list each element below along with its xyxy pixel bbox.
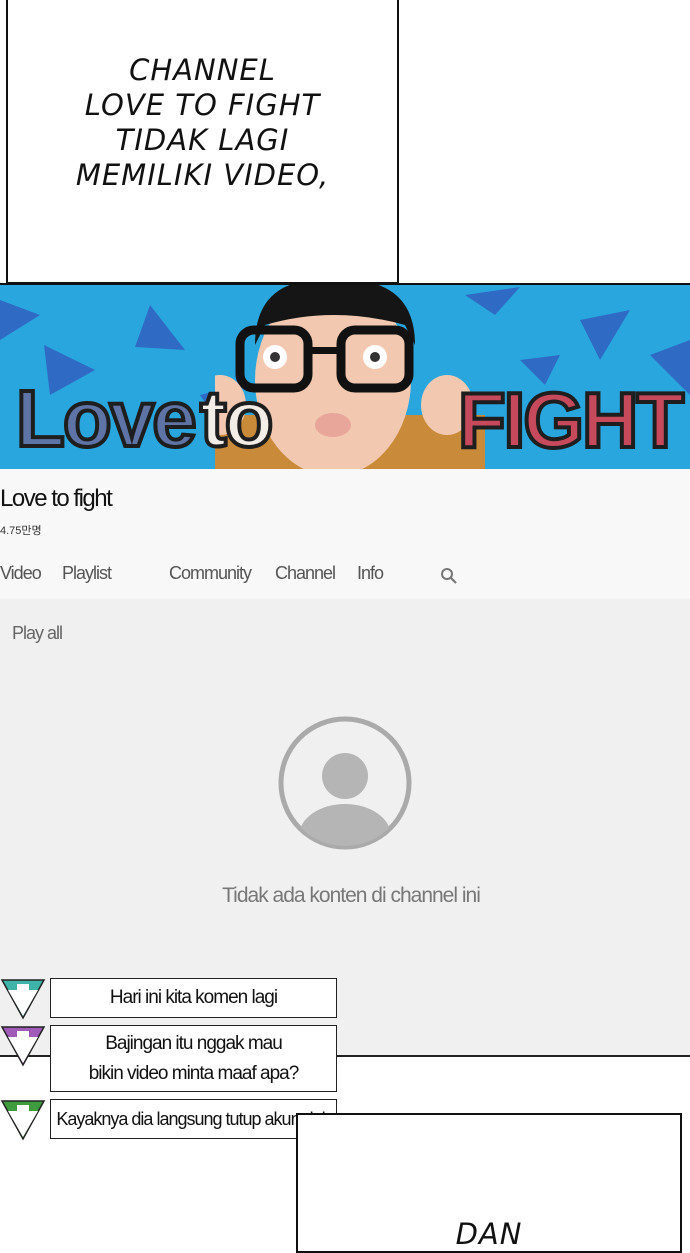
comment-marker-icon	[0, 1026, 46, 1067]
banner-word-fight: FIGHT	[456, 374, 686, 466]
comment-text: Hari ini kita komen lagi	[109, 987, 278, 1008]
channel-tabs: Video Playlist Community Channel Info	[0, 563, 690, 593]
banner-word-love: Love	[14, 372, 199, 465]
comment-text: Bajingan itu nggak mau	[105, 1032, 283, 1054]
channel-name: Love to fight	[0, 485, 113, 512]
comment-bubble: Kayaknya dia langsung tutup akun deh	[50, 1099, 337, 1139]
comment-bubble: Hari ini kita komen lagi	[50, 978, 337, 1018]
narration-panel-bottom: DAN	[296, 1113, 682, 1253]
subscriber-count: 4.75만명	[0, 525, 42, 537]
comment-text: Kayaknya dia langsung tutup akun deh	[56, 1109, 331, 1129]
default-avatar-icon	[278, 716, 412, 850]
narration-line: CHANNEL	[129, 53, 276, 87]
tab-channel[interactable]: Channel	[275, 563, 336, 584]
narration-line: MEMILIKI VIDEO,	[75, 158, 330, 192]
comment-text: bikin video minta maaf apa?	[88, 1062, 300, 1084]
narration-panel-top: CHANNEL LOVE TO FIGHT TIDAK LAGI MEMILIK…	[6, 0, 399, 284]
narration-line: TIDAK LAGI	[115, 123, 290, 157]
channel-banner: Love to FIGHT	[0, 283, 690, 469]
tab-playlist[interactable]: Playlist	[62, 563, 112, 584]
search-icon[interactable]	[440, 567, 458, 585]
empty-channel-message: Tidak ada konten di channel ini	[222, 884, 481, 907]
play-all-button[interactable]: Play all	[12, 623, 63, 644]
tab-community[interactable]: Community	[169, 563, 252, 584]
comment-bubble: Bajingan itu nggak mau bikin video minta…	[50, 1025, 337, 1092]
narration-text-bottom: DAN	[455, 1217, 523, 1251]
tab-info[interactable]: Info	[357, 563, 384, 584]
tab-video[interactable]: Video	[0, 563, 42, 584]
channel-header: Love to fight 4.75만명 Video Playlist Comm…	[0, 469, 690, 599]
narration-line: LOVE TO FIGHT	[84, 88, 321, 122]
comment-marker-icon	[0, 979, 46, 1020]
comment-marker-icon	[0, 1100, 46, 1141]
narration-text-top: CHANNEL LOVE TO FIGHT TIDAK LAGI MEMILIK…	[8, 53, 397, 193]
banner-word-to: to	[198, 372, 275, 465]
